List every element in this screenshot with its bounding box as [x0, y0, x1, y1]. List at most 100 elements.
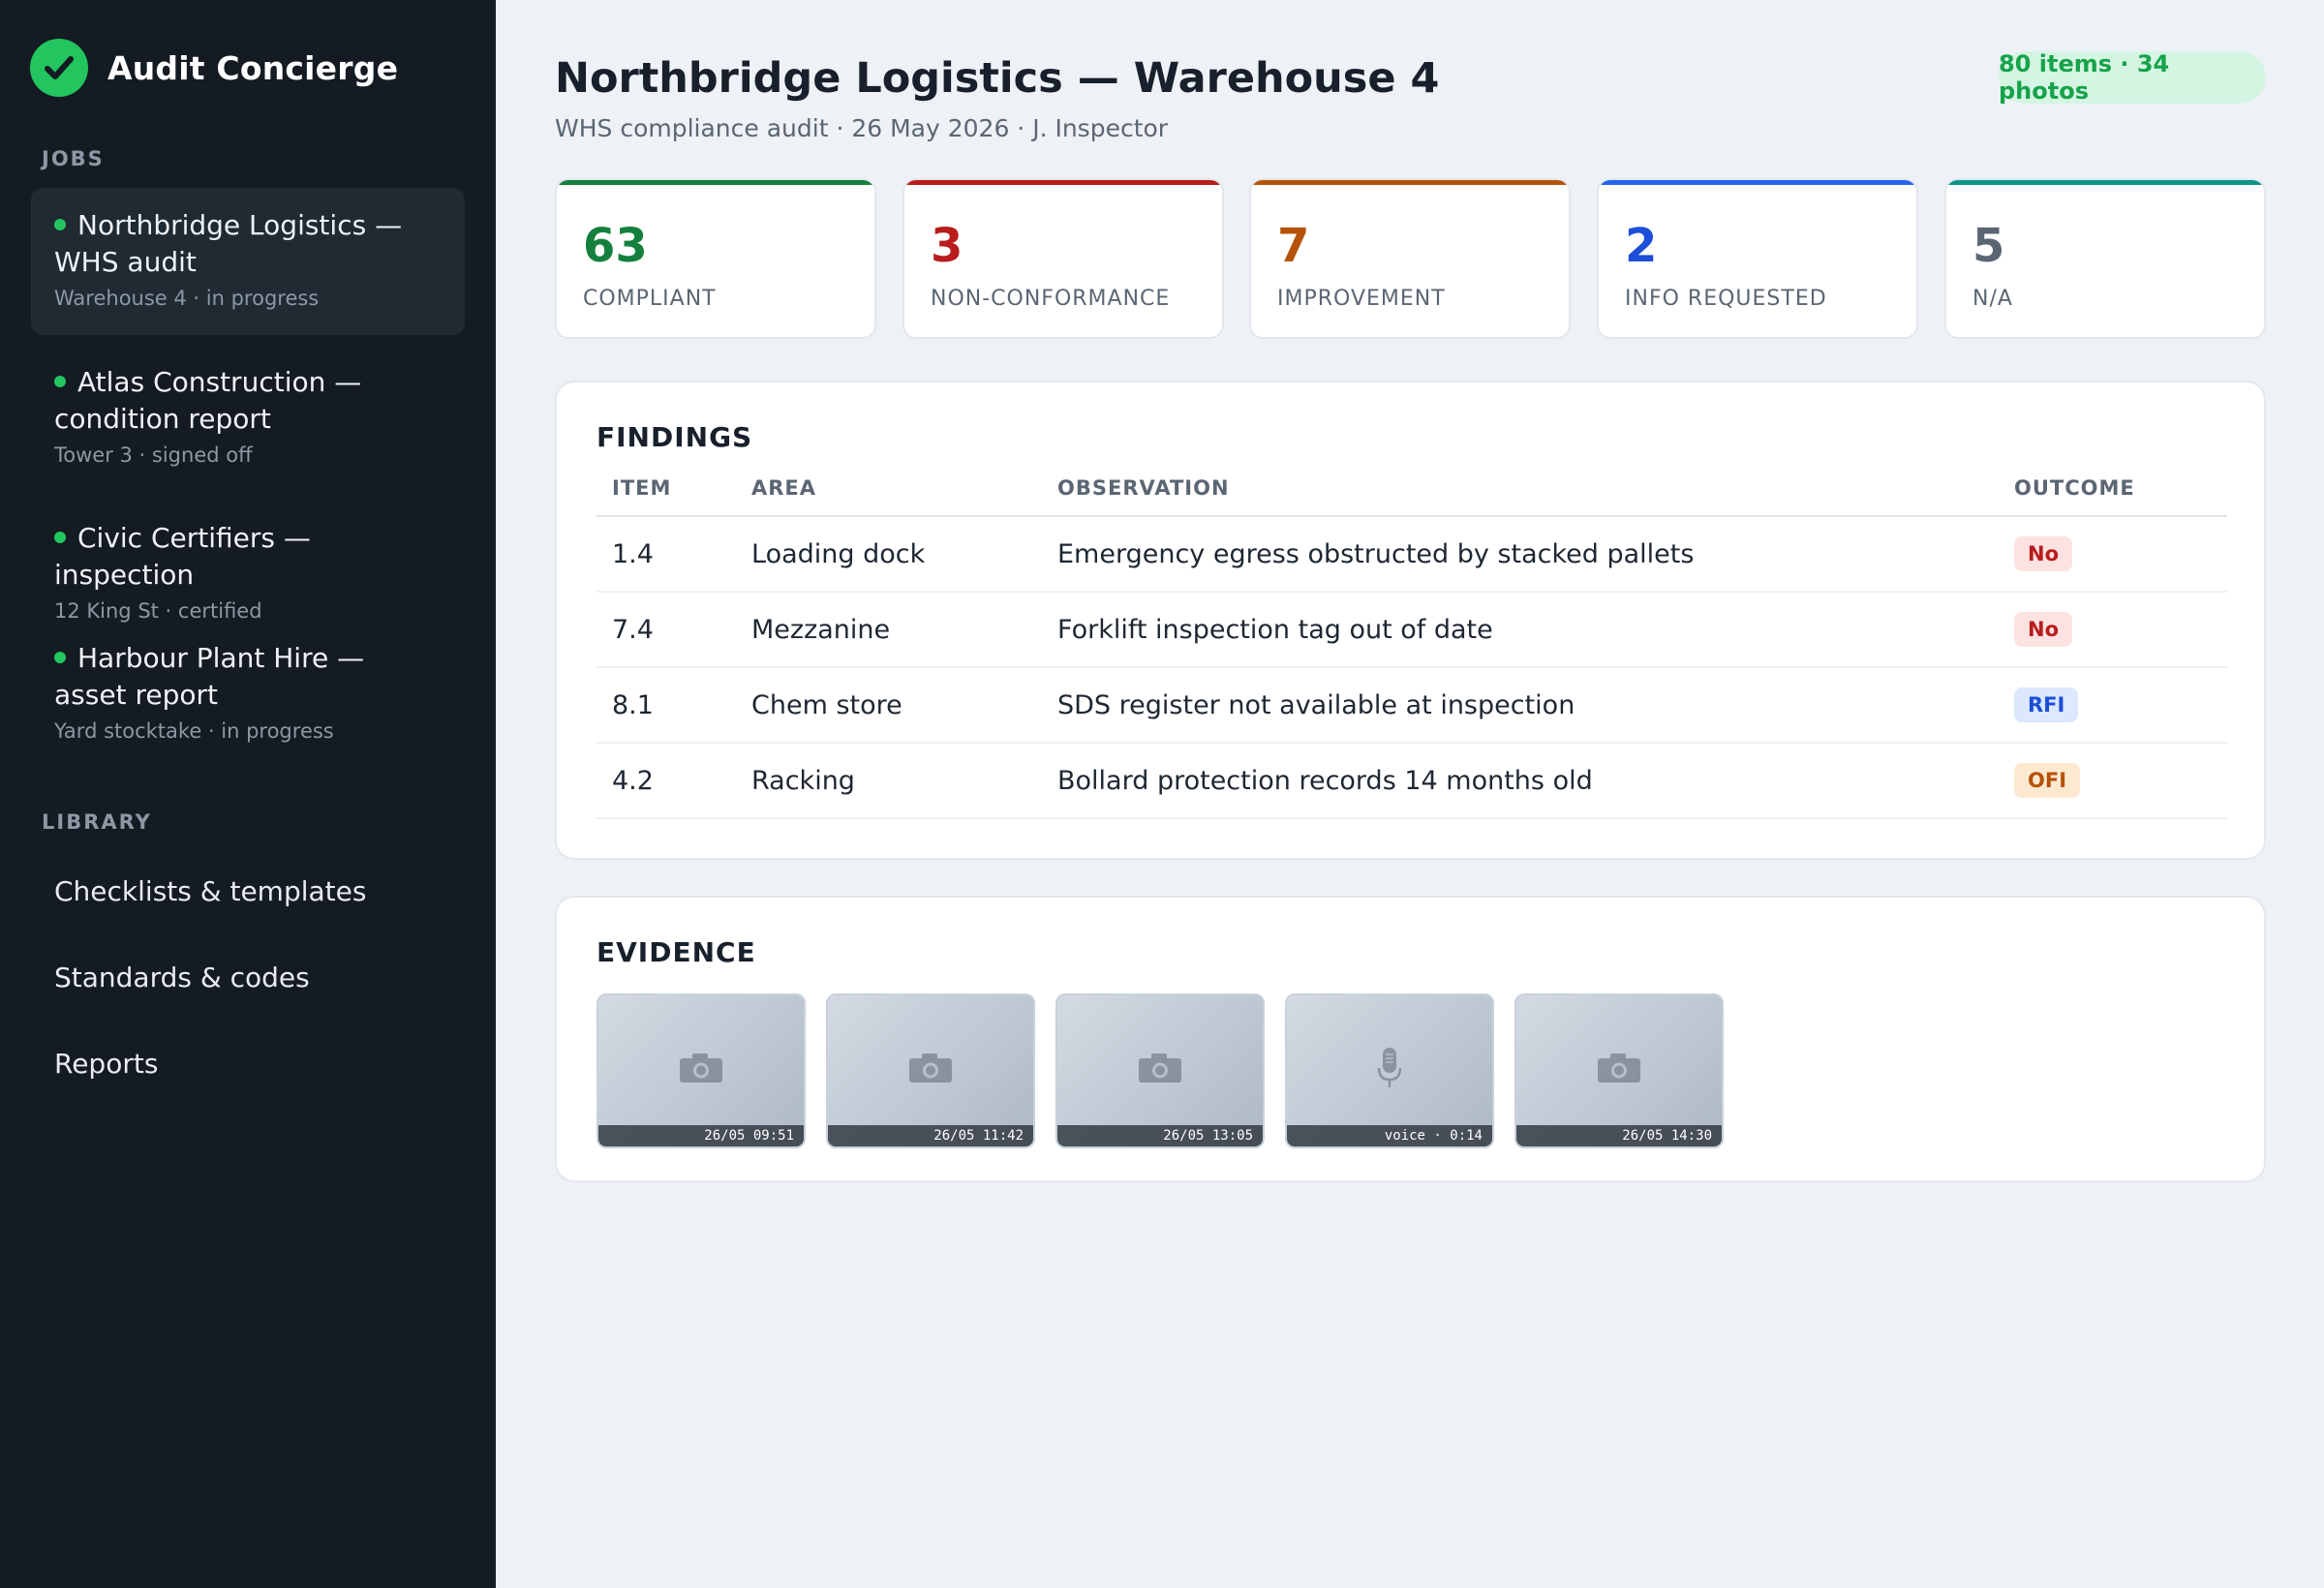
- camera-icon: [680, 1053, 722, 1083]
- stat-card-improvement[interactable]: 7 IMPROVEMENT: [1249, 178, 1571, 339]
- item-count-badge: 80 items · 34 photos: [1999, 50, 2266, 105]
- column-header-item[interactable]: ITEM: [596, 460, 736, 517]
- status-dot: [54, 532, 66, 543]
- stat-accent-bar: [557, 180, 874, 185]
- camera-icon: [1598, 1053, 1640, 1083]
- table-row[interactable]: 4.2 Racking Bollard protection records 1…: [596, 743, 2227, 819]
- cell-observation: Forklift inspection tag out of date: [1042, 592, 1999, 668]
- evidence-strip: 26/05 09:51 26/05 11:42 26/05 13:05 voic…: [596, 993, 1724, 1148]
- job-title: Northbridge Logistics — WHS audit: [54, 207, 442, 281]
- stat-accent-bar: [1946, 180, 2264, 185]
- camera-icon: [1139, 1053, 1181, 1083]
- status-dot: [54, 652, 66, 663]
- cell-item: 4.2: [596, 743, 736, 819]
- cell-outcome: OFI: [1999, 743, 2227, 819]
- cell-outcome: RFI: [1999, 667, 2227, 744]
- cell-item: 7.4: [596, 592, 736, 668]
- library-item-reports[interactable]: Reports: [54, 1048, 158, 1080]
- job-title-text: Northbridge Logistics — WHS audit: [54, 209, 403, 278]
- check-logo-icon: [30, 39, 88, 97]
- stat-value: 63: [583, 219, 648, 273]
- cell-observation: Bollard protection records 14 months old: [1042, 743, 1999, 819]
- stat-value: 2: [1625, 219, 1658, 273]
- cell-outcome: No: [1999, 516, 2227, 593]
- stat-card-non-conformance[interactable]: 3 NON-CONFORMANCE: [902, 178, 1224, 339]
- job-title: Atlas Construction — condition report: [54, 364, 442, 438]
- thumbnail-caption: 26/05 13:05: [1057, 1125, 1263, 1146]
- job-title-text: Atlas Construction — condition report: [54, 366, 362, 435]
- stat-card-compliant[interactable]: 63 COMPLIANT: [555, 178, 876, 339]
- job-item-atlas[interactable]: Atlas Construction — condition report To…: [31, 364, 465, 480]
- column-header-observation[interactable]: OBSERVATION: [1042, 460, 1999, 517]
- camera-icon: [909, 1053, 952, 1083]
- cell-outcome: No: [1999, 592, 2227, 668]
- table-row[interactable]: 1.4 Loading dock Emergency egress obstru…: [596, 516, 2227, 593]
- cell-item: 8.1: [596, 667, 736, 744]
- job-item-civic[interactable]: Civic Certifiers — inspection 12 King St…: [31, 520, 465, 623]
- page-subtitle: WHS compliance audit · 26 May 2026 · J. …: [555, 114, 1169, 142]
- job-title-text: Harbour Plant Hire — asset report: [54, 642, 365, 711]
- stat-value: 5: [1972, 219, 2005, 273]
- stat-accent-bar: [904, 180, 1222, 185]
- stat-label: NON-CONFORMANCE: [931, 287, 1171, 311]
- brand[interactable]: Audit Concierge: [30, 37, 398, 99]
- findings-title: FINDINGS: [596, 421, 753, 453]
- outcome-badge: RFI: [2014, 687, 2079, 722]
- findings-table: ITEM AREA OBSERVATION OUTCOME 1.4 Loadin…: [596, 460, 2227, 819]
- outcome-badge: OFI: [2014, 763, 2081, 798]
- outcome-badge: No: [2014, 536, 2073, 571]
- job-subtitle: 12 King St · certified: [54, 599, 262, 623]
- job-title: Civic Certifiers — inspection: [54, 520, 442, 594]
- status-dot: [54, 376, 66, 387]
- evidence-thumbnail[interactable]: 26/05 11:42: [826, 993, 1035, 1148]
- job-subtitle: Tower 3 · signed off: [54, 443, 253, 467]
- microphone-icon: [1377, 1047, 1402, 1087]
- cell-area: Chem store: [736, 667, 1042, 744]
- findings-card: FINDINGS ITEM AREA OBSERVATION OUTCOME 1…: [555, 381, 2266, 860]
- job-title-text: Civic Certifiers — inspection: [54, 522, 311, 591]
- job-item-northbridge[interactable]: Northbridge Logistics — WHS audit Wareho…: [31, 188, 465, 335]
- stat-card-na[interactable]: 5 N/A: [1944, 178, 2266, 339]
- column-header-area[interactable]: AREA: [736, 460, 1042, 517]
- job-item-harbour[interactable]: Harbour Plant Hire — asset report Yard s…: [31, 640, 465, 756]
- job-title: Harbour Plant Hire — asset report: [54, 640, 442, 714]
- stat-label: COMPLIANT: [583, 287, 717, 311]
- thumbnail-caption: 26/05 11:42: [828, 1125, 1033, 1146]
- evidence-thumbnail[interactable]: voice · 0:14: [1285, 993, 1494, 1148]
- job-subtitle: Yard stocktake · in progress: [54, 719, 334, 743]
- thumbnail-caption: voice · 0:14: [1287, 1125, 1492, 1146]
- stat-value: 3: [931, 219, 963, 273]
- library-item-checklists[interactable]: Checklists & templates: [54, 875, 366, 907]
- stat-label: INFO REQUESTED: [1625, 287, 1827, 311]
- evidence-card: EVIDENCE 26/05 09:51 26/05 11:42 26/05 1…: [555, 896, 2266, 1182]
- evidence-thumbnail[interactable]: 26/05 14:30: [1514, 993, 1724, 1148]
- library-item-standards[interactable]: Standards & codes: [54, 962, 310, 993]
- job-subtitle: Warehouse 4 · in progress: [54, 287, 320, 310]
- cell-area: Loading dock: [736, 516, 1042, 593]
- cell-observation: Emergency egress obstructed by stacked p…: [1042, 516, 1999, 593]
- table-header-row: ITEM AREA OBSERVATION OUTCOME: [596, 460, 2227, 517]
- stat-card-info-requested[interactable]: 2 INFO REQUESTED: [1597, 178, 1918, 339]
- thumbnail-caption: 26/05 14:30: [1516, 1125, 1722, 1146]
- evidence-thumbnail[interactable]: 26/05 09:51: [596, 993, 806, 1148]
- thumbnail-caption: 26/05 09:51: [598, 1125, 804, 1146]
- evidence-title: EVIDENCE: [596, 936, 756, 968]
- cell-item: 1.4: [596, 516, 736, 593]
- stat-accent-bar: [1599, 180, 1916, 185]
- jobs-section-label: JOBS: [42, 147, 105, 170]
- cell-area: Racking: [736, 743, 1042, 819]
- table-row[interactable]: 8.1 Chem store SDS register not availabl…: [596, 667, 2227, 744]
- library-section-label: LIBRARY: [42, 810, 152, 834]
- column-header-outcome[interactable]: OUTCOME: [1999, 460, 2227, 517]
- cell-observation: SDS register not available at inspection: [1042, 667, 1999, 744]
- outcome-badge: No: [2014, 612, 2073, 647]
- evidence-thumbnail[interactable]: 26/05 13:05: [1055, 993, 1265, 1148]
- stat-value: 7: [1277, 219, 1310, 273]
- sidebar: Audit Concierge JOBS Northbridge Logisti…: [0, 0, 496, 1588]
- stat-label: N/A: [1972, 287, 2013, 311]
- table-row[interactable]: 7.4 Mezzanine Forklift inspection tag ou…: [596, 592, 2227, 668]
- page-title: Northbridge Logistics — Warehouse 4: [555, 54, 1440, 103]
- app-name: Audit Concierge: [107, 48, 399, 87]
- status-dot: [54, 219, 66, 230]
- cell-area: Mezzanine: [736, 592, 1042, 668]
